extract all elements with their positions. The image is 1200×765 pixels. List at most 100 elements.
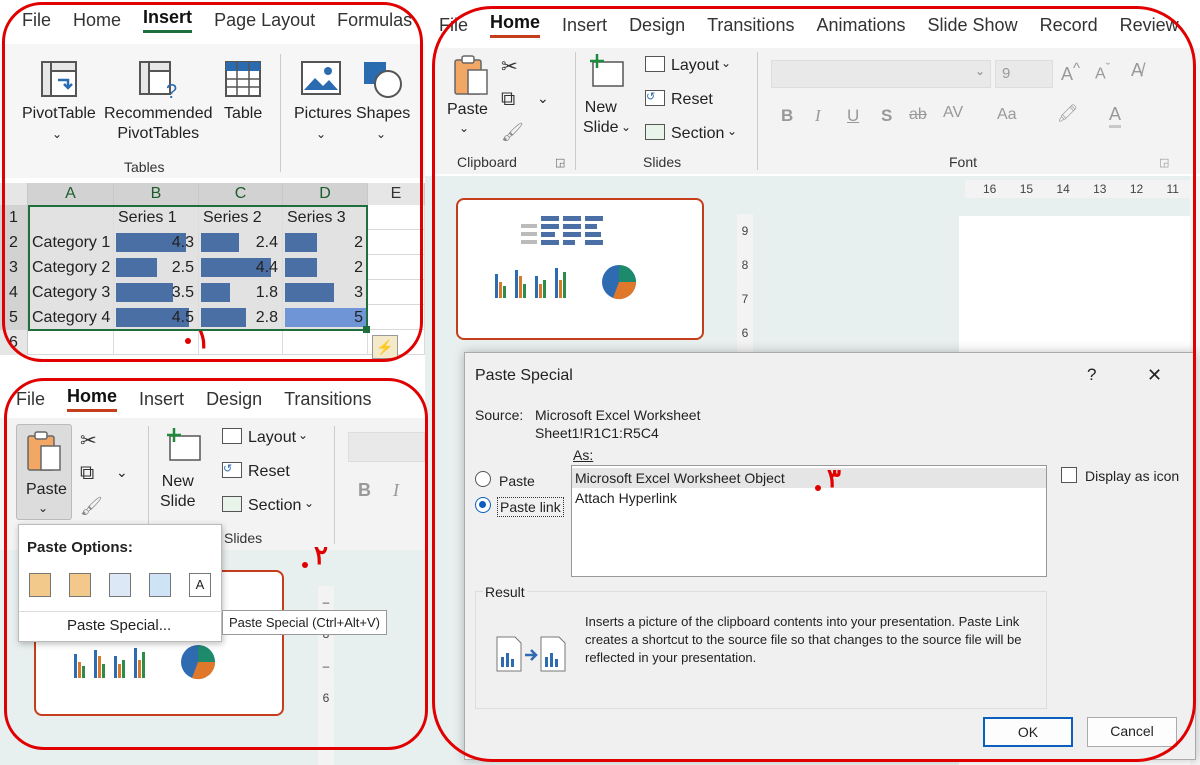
section-chevron[interactable]: ⌄ xyxy=(727,124,737,138)
copy-icon[interactable]: ⧉ xyxy=(80,462,94,485)
pivottable-button[interactable]: PivotTable xyxy=(22,104,96,124)
character-spacing-icon[interactable]: AV xyxy=(943,104,963,122)
row-header[interactable]: 2 xyxy=(0,230,28,255)
close-icon[interactable]: ✕ xyxy=(1147,365,1162,386)
layout-chevron[interactable]: ⌄ xyxy=(298,428,308,442)
tab-home[interactable]: Home xyxy=(490,12,541,38)
pivottable-icon[interactable] xyxy=(38,58,80,100)
new-slide-icon[interactable] xyxy=(587,54,627,90)
clipboard-launcher-icon[interactable]: ◲ xyxy=(555,156,565,169)
reset-icon[interactable]: ↺ xyxy=(222,462,242,478)
help-button[interactable]: ? xyxy=(1087,365,1096,385)
row-header[interactable]: 4 xyxy=(0,280,28,305)
change-case-icon[interactable]: Aa xyxy=(997,106,1017,124)
fill-handle[interactable] xyxy=(363,326,370,333)
value-cell[interactable] xyxy=(199,330,283,355)
increase-font-icon[interactable]: A^ xyxy=(1061,60,1080,85)
paste-option-embed-icon[interactable] xyxy=(109,573,131,597)
tab-insert[interactable]: Insert xyxy=(562,15,607,36)
cut-icon[interactable]: ✂ xyxy=(80,428,97,453)
decrease-font-icon[interactable]: Aˇ xyxy=(1095,60,1110,83)
paste-option-picture-icon[interactable] xyxy=(149,573,171,597)
paste-as-list[interactable]: Microsoft Excel Worksheet Object Attach … xyxy=(571,465,1047,577)
row-header[interactable]: 1 xyxy=(0,205,28,230)
new-slide-icon[interactable] xyxy=(164,428,204,464)
layout-icon[interactable] xyxy=(645,56,665,72)
row-header[interactable]: 3 xyxy=(0,255,28,280)
shapes-chevron[interactable]: ⌄ xyxy=(376,124,386,144)
row-header[interactable]: 6 xyxy=(0,330,28,355)
display-as-icon-checkbox[interactable] xyxy=(1061,467,1077,483)
copy-chevron[interactable]: ⌄ xyxy=(116,464,128,481)
reset-button[interactable]: Reset xyxy=(671,90,713,110)
tab-transitions[interactable]: Transitions xyxy=(284,389,371,410)
cut-icon[interactable]: ✂ xyxy=(501,54,518,79)
pictures-button[interactable]: Pictures xyxy=(294,104,352,124)
tab-file[interactable]: File xyxy=(439,15,468,36)
tab-page-layout[interactable]: Page Layout xyxy=(214,10,315,31)
new-slide-button[interactable]: New Slide xyxy=(160,472,196,512)
tab-file[interactable]: File xyxy=(22,10,51,31)
layout-icon[interactable] xyxy=(222,428,242,444)
font-launcher-icon[interactable]: ◲ xyxy=(1159,156,1169,169)
empty-cell[interactable] xyxy=(368,205,425,230)
tab-design[interactable]: Design xyxy=(629,15,685,36)
section-button[interactable]: Section xyxy=(671,124,724,144)
tab-formulas[interactable]: Formulas xyxy=(337,10,412,31)
tab-home[interactable]: Home xyxy=(67,386,118,412)
italic-icon[interactable]: I xyxy=(393,480,399,501)
tab-review[interactable]: Review xyxy=(1120,15,1179,36)
paste-button[interactable]: Paste xyxy=(26,480,67,500)
recommended-pivottables-icon[interactable]: ? xyxy=(136,58,180,100)
paste-button[interactable]: Paste xyxy=(447,100,488,120)
shapes-button[interactable]: Shapes xyxy=(356,104,410,124)
paste-option-keep-source-icon[interactable] xyxy=(69,573,91,597)
empty-cell[interactable] xyxy=(368,255,425,280)
ok-button[interactable]: OK xyxy=(983,717,1073,747)
cancel-button[interactable]: Cancel xyxy=(1087,717,1177,747)
reset-button[interactable]: Reset xyxy=(248,462,290,482)
underline-icon[interactable]: U xyxy=(847,106,859,126)
bold-icon[interactable]: B xyxy=(358,480,371,501)
paste-link-radio-label[interactable]: Paste link xyxy=(497,497,564,517)
tab-animations[interactable]: Animations xyxy=(816,15,905,36)
display-as-icon-label[interactable]: Display as icon xyxy=(1085,468,1179,484)
paste-option-use-destination-icon[interactable] xyxy=(29,573,51,597)
shapes-icon[interactable] xyxy=(360,58,404,100)
tab-home[interactable]: Home xyxy=(73,10,121,31)
copy-icon[interactable]: ⧉ xyxy=(501,88,515,111)
section-icon[interactable] xyxy=(222,496,242,512)
clipboard-icon[interactable] xyxy=(451,54,491,98)
paste-link-radio[interactable] xyxy=(475,497,491,513)
table-icon[interactable] xyxy=(222,58,264,100)
pictures-icon[interactable] xyxy=(300,60,342,96)
section-icon[interactable] xyxy=(645,124,665,140)
format-painter-icon[interactable]: 🖌 xyxy=(80,496,103,517)
copy-chevron[interactable]: ⌄ xyxy=(537,90,549,107)
strikethrough-icon[interactable]: ab xyxy=(909,106,927,124)
italic-icon[interactable]: I xyxy=(815,106,821,126)
value-cell[interactable] xyxy=(283,330,368,355)
format-painter-icon[interactable]: 🖌 xyxy=(501,122,524,143)
pictures-chevron[interactable]: ⌄ xyxy=(316,124,326,144)
font-color-icon[interactable]: A xyxy=(1109,104,1122,128)
font-name-chevron[interactable]: ⌄ xyxy=(975,64,985,78)
column-header-d[interactable]: D xyxy=(283,183,368,205)
section-button[interactable]: Section xyxy=(248,496,301,516)
new-slide-button[interactable]: New Slide xyxy=(583,98,619,138)
tab-transitions[interactable]: Transitions xyxy=(707,15,794,36)
shadow-icon[interactable]: S xyxy=(881,106,892,126)
paste-radio-label[interactable]: Paste xyxy=(499,473,535,489)
column-header-e[interactable]: E xyxy=(368,183,425,205)
section-chevron[interactable]: ⌄ xyxy=(304,496,314,510)
quick-analysis-icon[interactable]: ⚡ xyxy=(372,335,398,359)
tab-record[interactable]: Record xyxy=(1040,15,1098,36)
layout-button[interactable]: Layout xyxy=(248,428,296,448)
list-item-attach-hyperlink[interactable]: Attach Hyperlink xyxy=(575,488,677,508)
paste-chevron[interactable]: ⌄ xyxy=(459,118,469,138)
layout-button[interactable]: Layout xyxy=(671,56,719,76)
clear-formatting-icon[interactable]: A̸ xyxy=(1131,60,1143,81)
font-name-box[interactable] xyxy=(348,432,425,462)
tab-slide-show[interactable]: Slide Show xyxy=(928,15,1018,36)
tab-design[interactable]: Design xyxy=(206,389,262,410)
